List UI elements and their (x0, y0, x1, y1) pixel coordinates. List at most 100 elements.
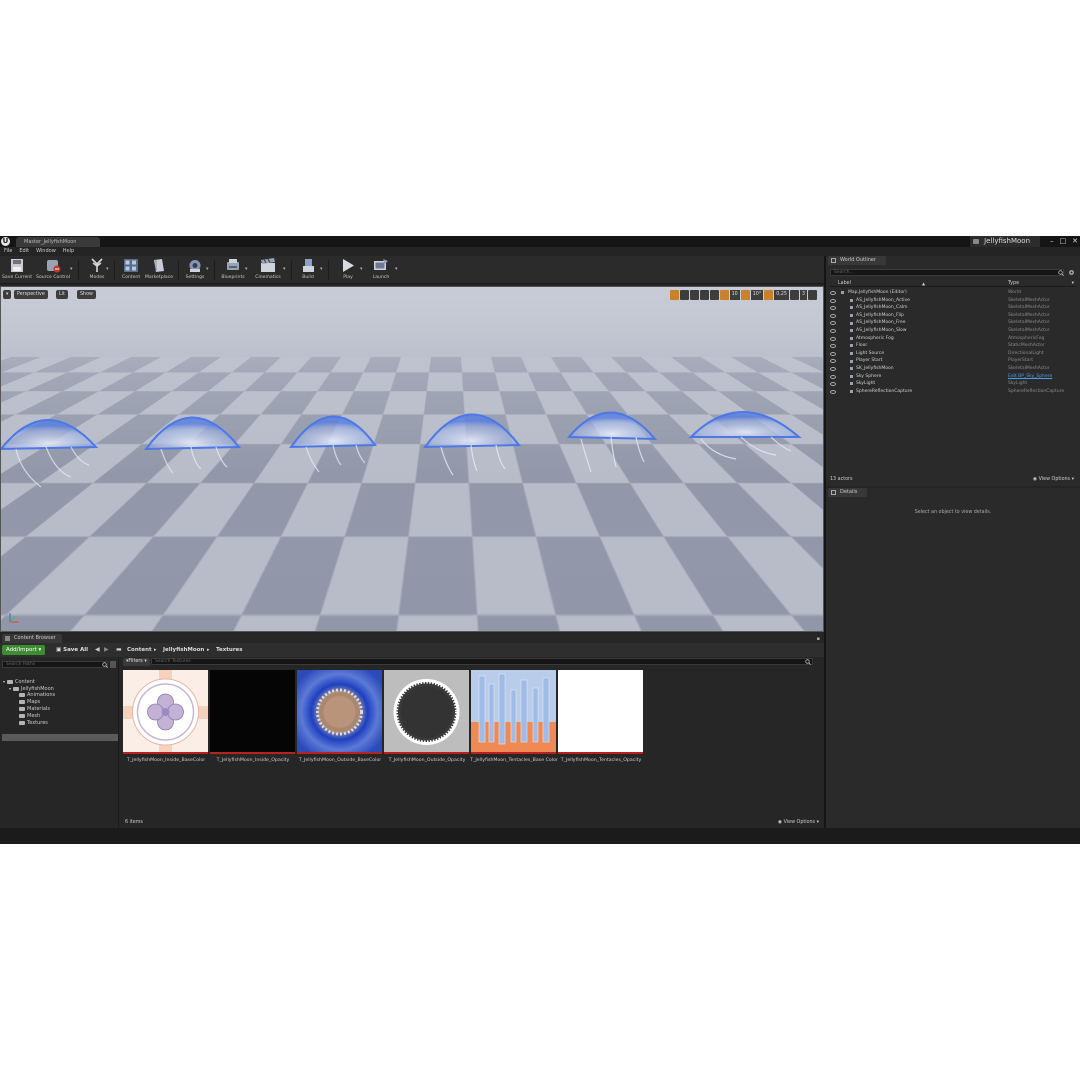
forward-arrow-icon[interactable]: ▶ (104, 645, 109, 655)
tree-item-mesh[interactable]: Mesh (15, 713, 40, 720)
show-button[interactable]: Show (77, 290, 96, 299)
camera-speed-value[interactable]: 3 (799, 290, 807, 300)
settings-gear-icon[interactable] (1068, 269, 1075, 276)
visibility-eye-icon[interactable] (830, 344, 836, 349)
visibility-eye-icon[interactable] (830, 329, 836, 333)
tree-view-toggle-icon[interactable] (110, 661, 116, 668)
chevron-down-icon[interactable]: ▾ (283, 266, 286, 272)
chevron-down-icon[interactable]: ▾ (360, 266, 363, 272)
lit-button[interactable]: Lit (56, 290, 68, 299)
asset-tile[interactable]: T_JellyfishMoon_Inside_Opacity (210, 670, 295, 763)
breadcrumb-content[interactable]: Content (127, 645, 152, 655)
visibility-eye-icon[interactable] (830, 389, 836, 394)
outliner-row[interactable]: AS_JellyfishMoon_Flip SkeletalMeshActor (830, 312, 1076, 320)
content-button[interactable]: Content (116, 258, 146, 282)
visibility-eye-icon[interactable] (830, 374, 836, 379)
outliner-row[interactable]: SphereReflectionCapture SphereReflectionC… (830, 388, 1076, 396)
outliner-row[interactable]: Map.JellyfishMoon (Editor) World (830, 289, 1076, 297)
outliner-row[interactable]: SkyLight SkyLight (830, 380, 1076, 388)
close-button[interactable]: ✕ (1072, 236, 1078, 247)
outliner-row[interactable]: Floor StaticMeshActor (830, 342, 1076, 350)
blueprints-button[interactable]: Blueprints (218, 258, 248, 282)
surface-snap-icon[interactable] (709, 290, 719, 300)
jellyfish-6[interactable] (688, 411, 802, 460)
jellyfish-3[interactable] (289, 415, 377, 473)
level-viewport[interactable]: ▾ Perspective Lit Show 10 10° 0,25 3 (0, 286, 824, 632)
asset-tile[interactable]: T_JellyfishMoon_Inside_BaseColor (123, 670, 208, 763)
save-current-button[interactable]: Save Current (2, 258, 32, 282)
visibility-eye-icon[interactable] (830, 351, 836, 356)
jellyfish-5[interactable] (566, 411, 658, 473)
rotation-snap-value[interactable]: 10° (750, 290, 764, 300)
translate-tool-icon[interactable] (669, 290, 679, 300)
chevron-down-icon[interactable]: ▾ (245, 266, 248, 272)
outliner-row[interactable]: Sky Sphere Edit BP_Sky_Sphere (830, 373, 1076, 381)
visibility-eye-icon[interactable] (830, 382, 836, 387)
details-tab[interactable]: Details (828, 488, 868, 497)
source-control-button[interactable]: Source Control (36, 258, 70, 282)
jellyfish-2[interactable] (144, 416, 242, 474)
rotate-tool-icon[interactable] (679, 290, 689, 300)
tree-item-content[interactable]: ▾ Content (3, 678, 35, 685)
outliner-row[interactable]: SK_JellyfishMoon SkeletalMeshActor (830, 365, 1076, 373)
add-import-button[interactable]: Add/Import ▾ (2, 645, 46, 655)
camera-speed-icon[interactable] (789, 290, 799, 300)
jellyfish-1[interactable] (1, 419, 99, 488)
grid-snap-icon[interactable] (719, 290, 729, 300)
world-space-icon[interactable] (699, 290, 709, 300)
tree-item-animations[interactable]: Animations (15, 692, 55, 699)
outliner-view-options-button[interactable]: ◉ View Options ▾ (1033, 475, 1074, 484)
outliner-search-input[interactable]: Search... (830, 269, 1064, 276)
menu-edit[interactable]: Edit (19, 247, 29, 256)
outliner-row[interactable]: Player Start PlayerStart (830, 357, 1076, 365)
perspective-button[interactable]: Perspective (14, 290, 48, 299)
viewport-options-button[interactable]: ▾ (3, 290, 11, 299)
asset-tile[interactable]: T_JellyfishMoon_Tentacles_Opacity (558, 670, 643, 763)
level-tab[interactable]: Master_JellyfishMoon (16, 237, 100, 247)
outliner-row[interactable]: AS_JellyfishMoon_Calm SkeletalMeshActor (830, 304, 1076, 312)
visibility-eye-icon[interactable] (830, 367, 836, 371)
save-all-button[interactable]: ▣ Save All (56, 645, 88, 655)
chevron-down-icon[interactable]: ▾ (320, 266, 323, 272)
chevron-down-icon[interactable]: ▾ (70, 266, 73, 272)
back-arrow-icon[interactable]: ◀ (95, 645, 100, 655)
chevron-down-icon[interactable]: ▾ (395, 266, 398, 272)
grid-snap-value[interactable]: 10 (729, 290, 740, 300)
type-column-header[interactable]: Type (1008, 280, 1019, 287)
tree-item-maps[interactable]: Maps (15, 699, 40, 706)
outliner-row[interactable]: AS_JellyfishMoon_Slow SkeletalMeshActor (830, 327, 1076, 335)
rotation-snap-icon[interactable] (740, 290, 750, 300)
maximize-viewport-icon[interactable] (808, 290, 817, 300)
asset-tile[interactable]: T_JellyfishMoon_Tentacles_Base Color (470, 670, 558, 763)
outliner-row[interactable]: AS_JellyfishMoon_Free SkeletalMeshActor (830, 319, 1076, 327)
visibility-eye-icon[interactable] (830, 336, 836, 341)
outliner-row[interactable]: Light Source DirectionalLight (830, 350, 1076, 358)
scale-snap-value[interactable]: 0,25 (774, 290, 789, 300)
chevron-down-icon[interactable]: ▾ (206, 266, 209, 272)
tree-item-materials[interactable]: Materials (15, 706, 50, 713)
edit-blueprint-link[interactable]: Edit BP_Sky_Sphere (1008, 373, 1052, 381)
filters-button[interactable]: ▾Filters ▾ (123, 658, 150, 666)
outliner-row[interactable]: Atmospheric Fog AtmosphericFog (830, 335, 1076, 343)
tree-item-jellyfishmoon[interactable]: ▾ JellyfishMoon (9, 685, 54, 692)
breadcrumb-textures[interactable]: Textures (216, 645, 243, 655)
launch-button[interactable]: Launch (366, 258, 396, 282)
asset-tile[interactable]: T_JellyfishMoon_Outside_Opacity (384, 670, 469, 763)
world-outliner-tab[interactable]: World Outliner (828, 256, 887, 265)
lock-icon[interactable]: ▪ (817, 636, 820, 642)
visibility-eye-icon[interactable] (830, 306, 836, 311)
chevron-down-icon[interactable]: ▾ (1072, 280, 1074, 287)
minimize-button[interactable]: – (1050, 236, 1054, 247)
visibility-eye-icon[interactable] (830, 359, 836, 364)
asset-tile[interactable]: T_JellyfishMoon_Outside_BaseColor (297, 670, 382, 763)
outliner-row[interactable]: AS_JellyfishMoon_Active SkeletalMeshActor (830, 297, 1076, 305)
breadcrumb-jellyfishmoon[interactable]: JellyfishMoon (163, 645, 204, 655)
jellyfish-4[interactable] (423, 413, 522, 476)
menu-window[interactable]: Window (36, 247, 56, 256)
chevron-down-icon[interactable]: ▾ (106, 266, 109, 272)
tree-item-textures[interactable]: Textures (15, 720, 48, 727)
marketplace-button[interactable]: Marketplace (144, 258, 174, 282)
search-textures-input[interactable]: Search Textures (151, 658, 813, 665)
visibility-eye-icon[interactable] (830, 298, 836, 303)
search-paths-input[interactable]: Search Paths (2, 661, 108, 668)
